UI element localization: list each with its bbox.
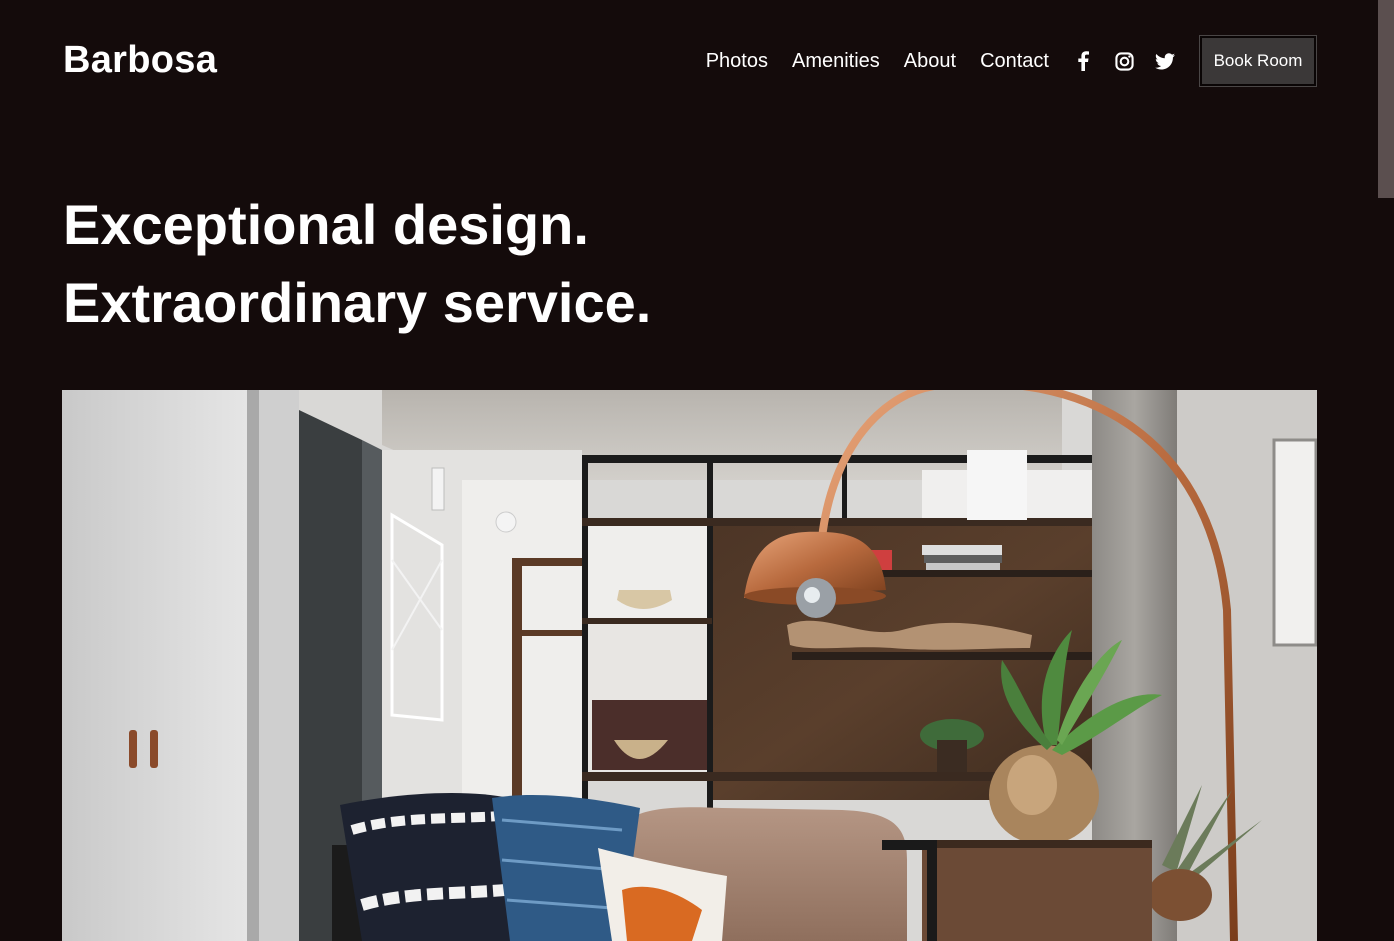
instagram-icon[interactable]	[1114, 51, 1134, 71]
hero-headline: Exceptional design. Extraordinary servic…	[63, 186, 651, 342]
page: Barbosa Photos Amenities About Contact B…	[0, 0, 1394, 941]
page-scrollbar[interactable]	[1378, 0, 1394, 941]
main-nav: Photos Amenities About Contact Book Room	[706, 35, 1317, 87]
social-links	[1073, 51, 1200, 71]
twitter-icon[interactable]	[1155, 51, 1175, 71]
facebook-icon[interactable]	[1073, 51, 1093, 71]
brand-logo[interactable]: Barbosa	[63, 40, 217, 80]
nav-link-photos[interactable]: Photos	[706, 49, 768, 73]
hero-headline-line-1: Exceptional design.	[63, 193, 589, 256]
scrollbar-thumb[interactable]	[1378, 0, 1394, 198]
nav-link-amenities[interactable]: Amenities	[792, 49, 880, 73]
nav-link-about[interactable]: About	[904, 49, 956, 73]
nav-link-contact[interactable]: Contact	[980, 49, 1049, 73]
hero-interior-photo	[62, 390, 1317, 941]
hero-headline-line-2: Extraordinary service.	[63, 271, 652, 334]
site-header: Barbosa Photos Amenities About Contact B…	[63, 35, 1317, 87]
book-room-button[interactable]: Book Room	[1199, 35, 1317, 87]
